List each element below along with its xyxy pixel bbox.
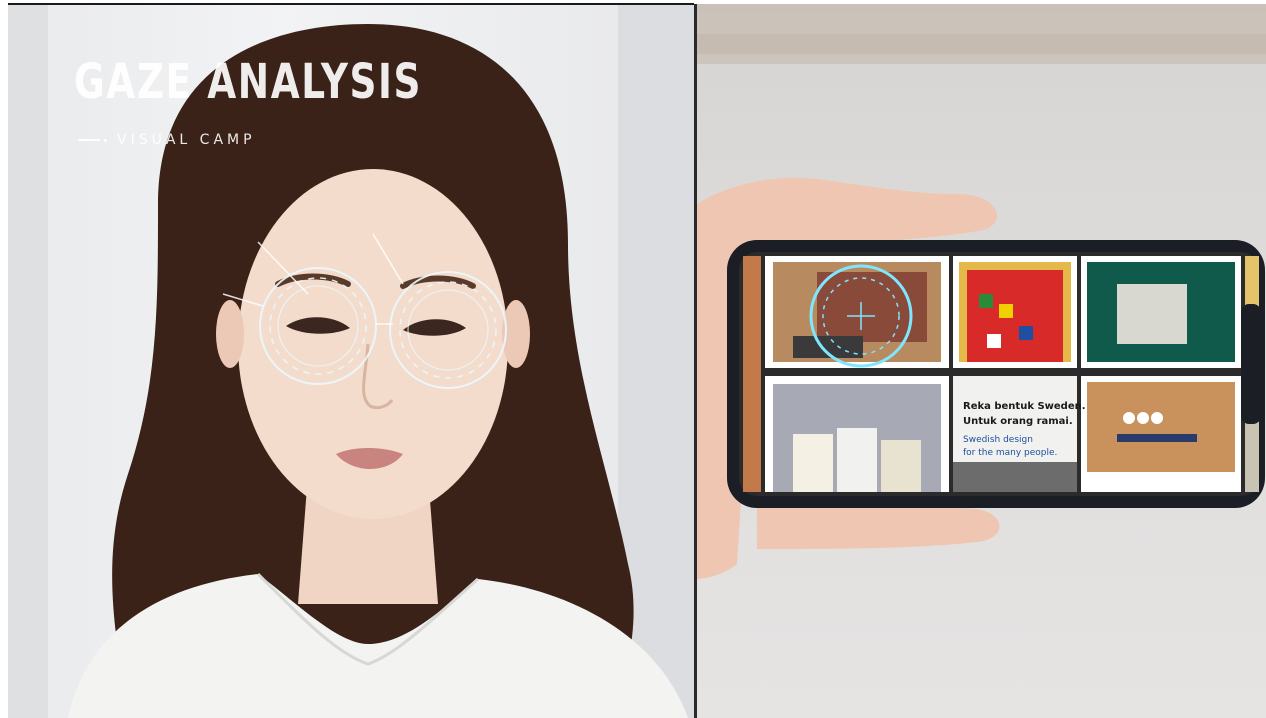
phone-photo: Reka bentuk Sweden. Untuk orang ramai. S…: [697, 4, 1266, 718]
ad-line-3: Swedish design: [963, 435, 1033, 445]
woman-portrait: [8, 4, 694, 718]
ad-line-2: Untuk orang ramai.: [963, 416, 1073, 427]
brand-dash: [78, 139, 100, 141]
brand-dot: [104, 138, 107, 142]
brand-tagline: VISUAL CAMP: [78, 132, 256, 148]
title: GAZE ANALYSIS: [74, 54, 423, 110]
brand-label: VISUAL CAMP: [117, 132, 256, 148]
gaze-analysis-photo: GAZE ANALYSIS VISUAL CAMP: [8, 4, 694, 718]
ad-line-1: Reka bentuk Sweden.: [963, 401, 1086, 412]
ad-line-4: for the many people.: [963, 448, 1057, 458]
hand-holding-phone: Reka bentuk Sweden. Untuk orang ramai. S…: [697, 4, 1266, 579]
top-border: [8, 3, 694, 5]
